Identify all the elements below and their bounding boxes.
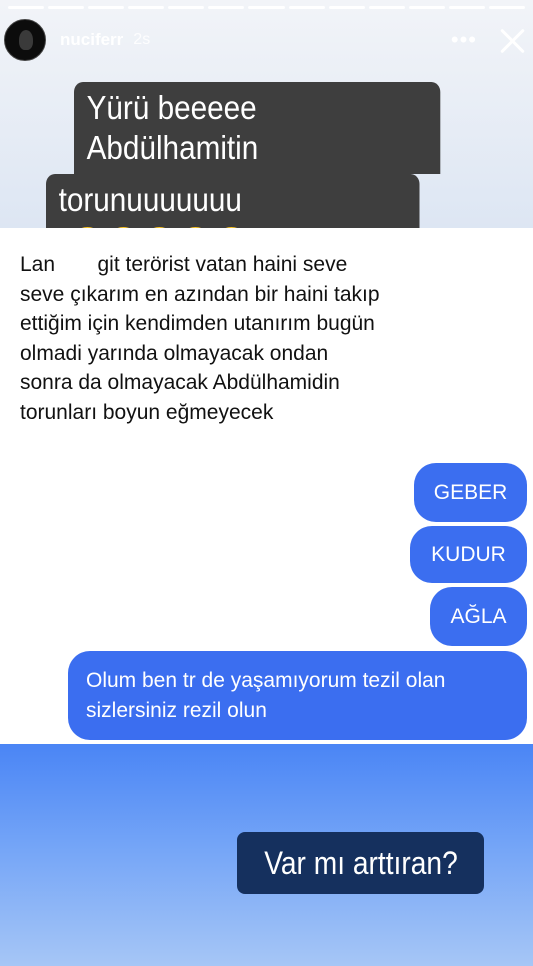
progress-segment — [48, 6, 85, 9]
reply-bubble-kudur: KUDUR — [410, 526, 527, 583]
progress-segment — [8, 6, 45, 9]
story-header: nuciferr 2s ••• — [4, 18, 527, 62]
progress-segment — [328, 6, 365, 9]
avatar[interactable] — [4, 19, 46, 61]
progress-segment — [208, 6, 245, 9]
progress-segment — [368, 6, 405, 9]
story-progress-bar — [8, 6, 526, 9]
reply-bubble-long: Olum ben tr de yaşamıyorum tezil olan si… — [68, 651, 527, 740]
progress-segment — [88, 6, 125, 9]
more-dots-icon[interactable]: ••• — [451, 27, 477, 53]
story-caption-bottom: Var mı arttıran? — [237, 832, 484, 894]
story-bottom-area: Var mı arttıran? — [0, 744, 533, 966]
progress-segment — [488, 6, 526, 9]
dm-screenshot: Lan ⠀⠀ git terörist vatan haini seve sev… — [0, 228, 533, 744]
reply-bubble-agla: AĞLA — [430, 587, 527, 646]
caption-line-2: torunuuuuuuu — [58, 181, 242, 218]
reply-bubble-geber: GEBER — [414, 463, 527, 522]
progress-segment — [448, 6, 485, 9]
progress-segment — [408, 6, 445, 9]
progress-segment — [168, 6, 205, 9]
close-icon[interactable] — [497, 25, 527, 55]
caption-line-1: Yürü beeeee Abdülhamitin — [74, 82, 441, 174]
progress-segment — [288, 6, 325, 9]
story-top-area: nuciferr 2s ••• Yürü beeeee Abdülhamitin… — [0, 0, 533, 266]
caption-bottom-text: Var mı arttıran? — [263, 844, 458, 881]
post-time: 2s — [133, 31, 151, 48]
incoming-message: Lan ⠀⠀ git terörist vatan haini seve sev… — [20, 253, 380, 424]
username[interactable]: nuciferr — [60, 30, 123, 50]
progress-segment — [248, 6, 285, 9]
progress-segment — [128, 6, 165, 9]
